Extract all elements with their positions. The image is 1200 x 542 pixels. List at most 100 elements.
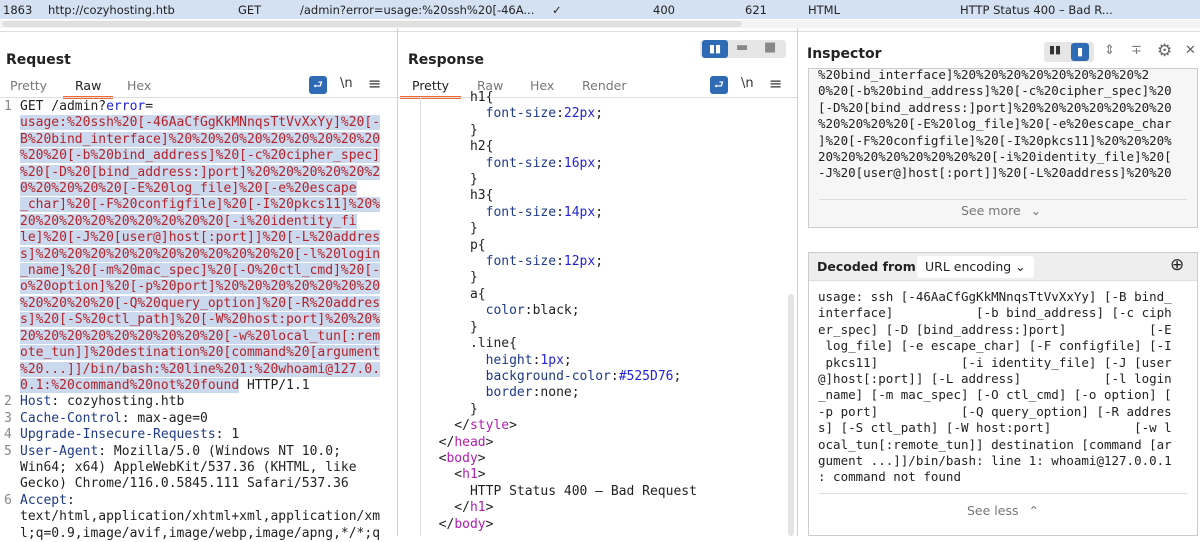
close-icon[interactable]: ✕ <box>1185 43 1196 58</box>
code-line: <h1> <box>423 467 697 483</box>
pane-divider[interactable] <box>397 28 398 536</box>
code-token: body <box>454 516 486 532</box>
code-line: text/html,application/xhtml+xml,applicat… <box>4 509 380 525</box>
code-token: le]%20[-J%20[user@]host[:port]]%20[-L%20… <box>20 230 381 246</box>
code-line: usage:%20ssh%20[-46AaCfGgKkMNnqsTtVvXxYy… <box>4 115 381 131</box>
code-line: } <box>423 221 697 237</box>
request-tab-pretty[interactable]: Pretty <box>10 78 47 93</box>
row-mime: HTML <box>808 3 841 17</box>
code-line: 3 Cache-Control: max-age=0 <box>4 411 380 427</box>
see-more-button[interactable]: See more ⌄ <box>961 203 1041 218</box>
code-line: font-size:12px; <box>423 254 697 270</box>
pane-divider[interactable] <box>797 28 798 536</box>
decoded-section: Decoded from: URL encoding ⌄ ⊕ usage: ss… <box>808 252 1198 536</box>
code-line: %20%20%20%20[-Q%20query_option]%20[-R%20… <box>4 295 381 312</box>
newline-toggle-icon[interactable]: \n <box>340 76 353 91</box>
gear-icon[interactable]: ⚙ <box>1157 41 1172 61</box>
menu-icon[interactable]: ≡ <box>769 74 782 93</box>
code-token: color <box>485 303 525 319</box>
code-token: %20...]]/bin/bash:%20line%201:%20whoami@… <box>20 361 381 377</box>
code-token: } <box>423 319 478 335</box>
request-editor[interactable]: 1 GET /admin?error= usage:%20ssh%20[-46AaC… <box>4 99 381 542</box>
request-tab-raw[interactable]: Raw <box>62 78 114 99</box>
code-token: a{ <box>423 286 486 302</box>
code-token: Accept <box>20 492 67 508</box>
response-editor[interactable]: h1{ font-size:22px; } h2{ font-size:16px… <box>423 90 697 536</box>
code-token: 14px <box>563 204 596 220</box>
line-number: 5 <box>4 443 12 459</box>
line-number: 3 <box>4 410 12 426</box>
code-token: 22px <box>563 106 596 122</box>
side-by-side-layout-icon[interactable]: ▮▮ <box>702 40 728 58</box>
code-line: h3{ <box>423 188 697 204</box>
code-token: : <box>556 155 564 171</box>
code-token: </ <box>423 418 470 434</box>
code-token: : 1 <box>215 427 240 443</box>
code-token: 16px <box>563 155 596 171</box>
code-line: 20%20%20%20%20%20%20%20%20[-i%20identity… <box>4 213 380 230</box>
response-scrollbar[interactable] <box>788 294 794 536</box>
add-icon[interactable]: ⊕ <box>1170 255 1184 275</box>
divider <box>0 31 1200 32</box>
code-line: h2{ <box>423 139 697 155</box>
code-line: } <box>423 320 697 336</box>
row-title: HTTP Status 400 – Bad R... <box>960 3 1113 17</box>
code-token: background-color <box>485 368 611 384</box>
decoding-type-dropdown[interactable]: URL encoding ⌄ <box>917 256 1034 278</box>
code-token: : <box>610 368 619 384</box>
code-token: _name]%20[-m%20mac_spec]%20[-O%20ctl_cmd… <box>20 263 381 279</box>
request-title: Request <box>6 52 71 68</box>
code-token: %20%20%20%20[-Q%20query_option]%20[-R%20… <box>20 295 381 311</box>
code-token: HTTP Status 400 – Bad Request <box>423 483 697 499</box>
code-token: error <box>106 99 146 114</box>
newline-toggle-icon[interactable]: \n <box>741 76 754 91</box>
layout-toggle[interactable]: ▮▮ ▬ ■ <box>700 40 786 58</box>
code-token: #525D76 <box>618 368 674 384</box>
code-token: > <box>485 500 494 516</box>
code-token: font-size <box>485 204 557 220</box>
code-line: 20%20%20%20%20%20%20%20%20[-w%20local_tu… <box>4 328 381 345</box>
code-token: ; <box>673 368 682 384</box>
inspector-layout-toggle[interactable]: ▮▮ ▮ <box>1044 42 1094 62</box>
inspector-layout-active-icon[interactable]: ▮ <box>1071 43 1089 61</box>
code-token: 1px <box>540 352 564 368</box>
code-token: = <box>145 99 154 114</box>
code-token: : Mozilla/5.0 (Windows NT 10.0; <box>98 443 341 459</box>
see-less-button[interactable]: See less ⌃ <box>967 503 1039 518</box>
collapse-all-icon[interactable]: ∓ <box>1131 43 1142 58</box>
code-token: HTTP/1.1 <box>239 377 310 393</box>
code-token: style <box>469 418 510 434</box>
stacked-layout-icon[interactable]: ▬ <box>736 40 748 55</box>
code-line: font-size:16px; <box>423 156 697 172</box>
code-token: 0.1:%20command%20not%20found <box>20 377 240 393</box>
menu-icon[interactable]: ≡ <box>368 74 381 93</box>
row-edited-check: ✓ <box>552 3 562 17</box>
history-row-selected[interactable]: 1863 http://cozyhosting.htb GET /admin?e… <box>0 0 1200 19</box>
code-line: le]%20[-J%20[user@]host[:port]]%20[-L%20… <box>4 230 381 246</box>
code-line: font-size:22px; <box>423 106 697 122</box>
single-layout-icon[interactable]: ■ <box>764 40 776 55</box>
code-line: Gecko) Chrome/116.0.5845.111 Safari/537.… <box>4 476 380 492</box>
code-token: Cache-Control <box>20 410 122 426</box>
expand-all-icon[interactable]: ⇕ <box>1104 43 1115 58</box>
decoded-text: usage: ssh [-46AaCfGgKkMNnqsTtVvXxYy] [-… <box>818 289 1172 485</box>
wrap-lines-icon[interactable]: ⮐ <box>710 76 728 94</box>
line-number: 1 <box>4 99 12 114</box>
code-token: p{ <box>423 237 486 253</box>
code-line: s]%20[-S%20ctl_path]%20[-W%20host:port]%… <box>4 312 381 328</box>
code-line: </body> <box>423 517 697 533</box>
wrap-lines-icon[interactable]: ⮐ <box>309 76 327 94</box>
request-tab-hex[interactable]: Hex <box>127 78 151 93</box>
inspector-layout-icon[interactable]: ▮▮ <box>1049 43 1061 56</box>
horizontal-scrollbar[interactable] <box>0 20 1200 28</box>
row-length: 621 <box>745 3 767 17</box>
code-line: _char]%20[-F%20configfile]%20[-I%20pkcs1… <box>4 197 381 213</box>
code-token: font-size <box>485 254 557 270</box>
code-token: Host <box>20 394 52 410</box>
code-token: } <box>423 172 478 188</box>
code-line: HTTP Status 400 – Bad Request <box>423 484 697 500</box>
code-line: background-color:#525D76; <box>423 369 697 385</box>
code-token: h1{ <box>423 90 494 105</box>
